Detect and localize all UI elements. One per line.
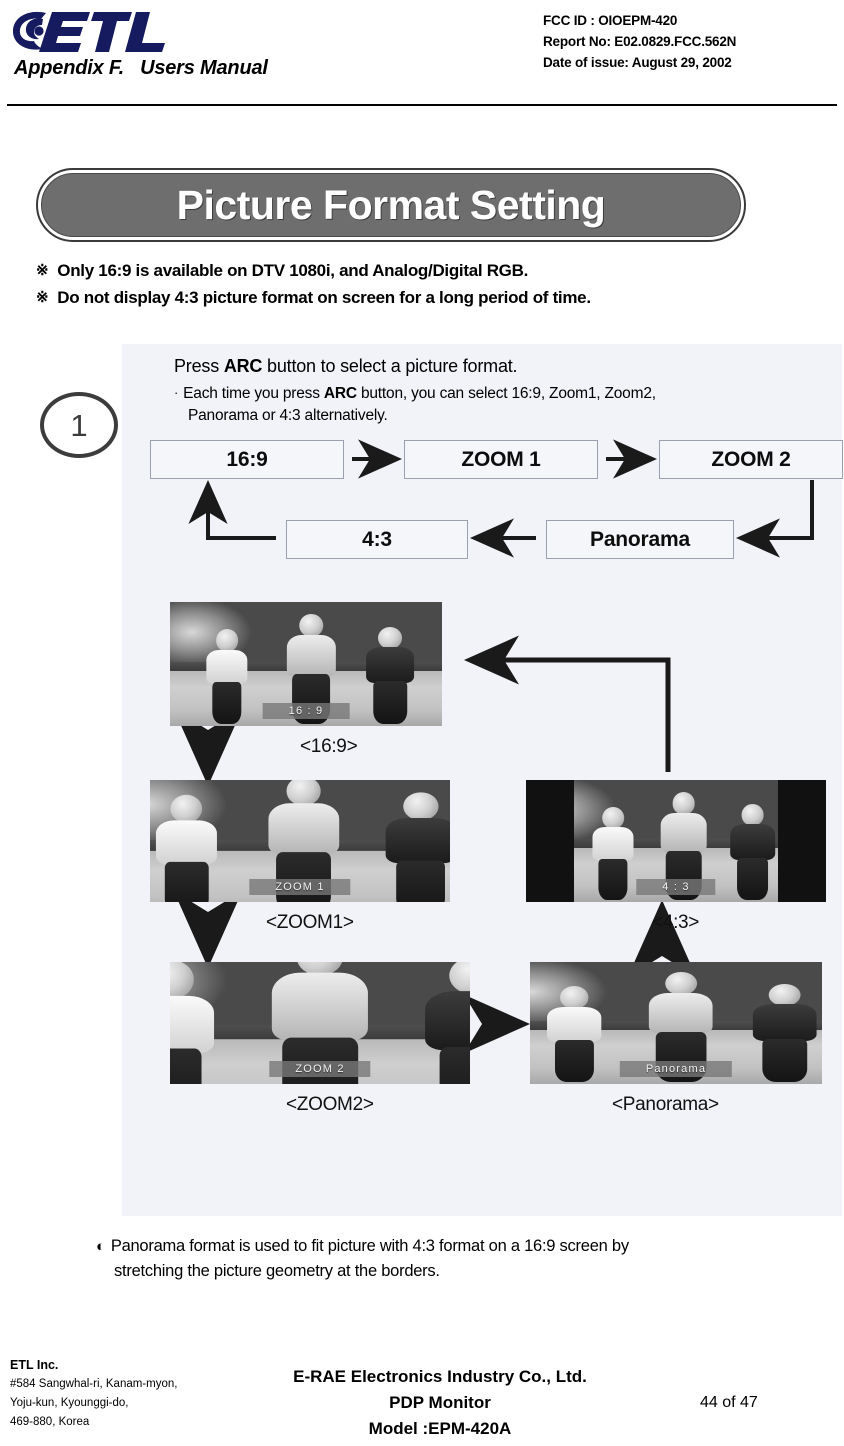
- example-screen-zoom2: ZOOM 2: [170, 962, 470, 1084]
- footer-product-info: E-RAE Electronics Industry Co., Ltd. PDP…: [250, 1364, 630, 1442]
- bullet-line2: Panorama or 4:3 alternatively.: [188, 407, 388, 424]
- reference-mark-icon: ※: [36, 289, 49, 306]
- arc-button-name: ARC: [223, 356, 263, 376]
- footer-model: Model :EPM-420A: [368, 1419, 512, 1438]
- fcc-info-block: FCC ID : OIOEPM-420 Report No: E02.0829.…: [543, 10, 843, 73]
- fcc-id: FCC ID : OIOEPM-420: [543, 13, 678, 28]
- note-item: ※ Only 16:9 is available on DTV 1080i, a…: [36, 258, 806, 283]
- step-number: 1: [70, 407, 88, 443]
- format-box-zoom2[interactable]: ZOOM 2: [659, 440, 843, 479]
- caption-zoom1: <ZOOM1>: [266, 912, 354, 933]
- notes-list: ※ Only 16:9 is available on DTV 1080i, a…: [36, 258, 806, 312]
- pillarbox-right-bar: [778, 780, 826, 902]
- caption-panorama: <Panorama>: [612, 1094, 719, 1115]
- half-circle-bullet-icon: ◐: [96, 1238, 105, 1255]
- tv-screen-frame: ZOOM 1: [150, 780, 450, 902]
- tv-screen-frame: Panorama: [530, 962, 822, 1084]
- footer-address-line: Yoju-kun, Kyounggi-do,: [10, 1397, 129, 1409]
- etl-logo: [8, 6, 188, 54]
- footer-product-type: PDP Monitor: [389, 1393, 491, 1412]
- page-number: 44 of 47: [700, 1394, 758, 1411]
- step-bullet: · Each time you press ARC button, you can…: [174, 382, 834, 427]
- example-screen-16-9: 16 : 9: [170, 602, 442, 726]
- page-title: Picture Format Setting: [176, 181, 606, 228]
- panorama-explanation-note: ◐ Panorama format is used to fit picture …: [96, 1234, 796, 1283]
- footer-manufacturer: E-RAE Electronics Industry Co., Ltd.: [293, 1367, 587, 1386]
- osd-format-label: Panorama: [619, 1060, 733, 1077]
- header-divider: [7, 104, 837, 106]
- bullet-part2: button, you can select 16:9, Zoom1, Zoom…: [356, 385, 656, 402]
- title-banner-fill: Picture Format Setting: [41, 173, 741, 237]
- note-text: Only 16:9 is available on DTV 1080i, and…: [57, 261, 529, 280]
- format-box-panorama[interactable]: Panorama: [546, 520, 734, 559]
- example-screen-4-3: 4 : 3: [526, 780, 826, 902]
- footer-address-line: 469-880, Korea: [10, 1416, 90, 1428]
- format-box-4-3[interactable]: 4:3: [286, 520, 468, 559]
- example-screen-panorama: Panorama: [530, 962, 822, 1084]
- page-header: Appendix F. Users Manual FCC ID : OIOEPM…: [0, 0, 844, 112]
- format-examples-grid: 16 : 9 <16:9> ZOOM 1 <ZOOM1> 4: 3 <4:3>…: [122, 594, 842, 1194]
- panorama-note-line2: stretching the picture geometry at the b…: [114, 1262, 440, 1280]
- title-banner: Picture Format Setting: [36, 168, 746, 242]
- format-cycle-diagram: 16:9 ZOOM 1 ZOOM 2 4:3 Panorama: [122, 439, 843, 566]
- report-no: Report No: E02.0829.FCC.562N: [543, 34, 737, 49]
- bullet-part1: Each time you press: [183, 385, 324, 402]
- page-footer: ETL Inc. #584 Sangwhal-ri, Kanam-myon, Y…: [0, 1352, 844, 1446]
- arc-button-name: ARC: [323, 385, 357, 402]
- osd-format-label: ZOOM 1: [249, 878, 351, 895]
- footer-lab-address: ETL Inc. #584 Sangwhal-ri, Kanam-myon, Y…: [10, 1356, 177, 1432]
- bullet-dot-icon: ·: [174, 385, 179, 400]
- step-heading-part1: Press: [174, 356, 224, 376]
- tv-screen-frame: ZOOM 2: [170, 962, 470, 1084]
- footer-address-line: #584 Sangwhal-ri, Kanam-myon,: [10, 1378, 178, 1390]
- reference-mark-icon: ※: [36, 262, 49, 279]
- step-heading-part2: button to select a picture format.: [262, 356, 518, 376]
- instruction-panel: Press ARC button to select a picture for…: [122, 344, 843, 1216]
- note-text: Do not display 4:3 picture format on scr…: [57, 288, 591, 307]
- osd-format-label: 16 : 9: [262, 702, 350, 719]
- note-item: ※ Do not display 4:3 picture format on s…: [36, 285, 806, 310]
- step-number-badge: 1: [40, 392, 118, 458]
- date-of-issue: Date of issue: August 29, 2002: [543, 55, 732, 70]
- format-box-zoom1[interactable]: ZOOM 1: [404, 440, 598, 479]
- osd-format-label: ZOOM 2: [269, 1060, 371, 1077]
- caption-16-9: <16:9>: [300, 736, 358, 757]
- panorama-note-line1: Panorama format is used to fit picture w…: [110, 1237, 629, 1255]
- footer-company: ETL Inc.: [10, 1358, 59, 1372]
- format-box-16-9[interactable]: 16:9: [150, 440, 344, 479]
- example-screen-zoom1: ZOOM 1: [150, 780, 450, 902]
- tv-screen-frame: 4 : 3: [526, 780, 826, 902]
- tv-screen-frame: 16 : 9: [170, 602, 442, 726]
- osd-format-label: 4 : 3: [636, 878, 716, 895]
- caption-zoom2: <ZOOM2>: [286, 1094, 374, 1115]
- step-heading: Press ARC button to select a picture for…: [174, 356, 518, 377]
- caption-4-3: <4:3>: [652, 912, 700, 933]
- pillarbox-left-bar: [526, 780, 574, 902]
- appendix-title: Appendix F. Users Manual: [14, 57, 268, 79]
